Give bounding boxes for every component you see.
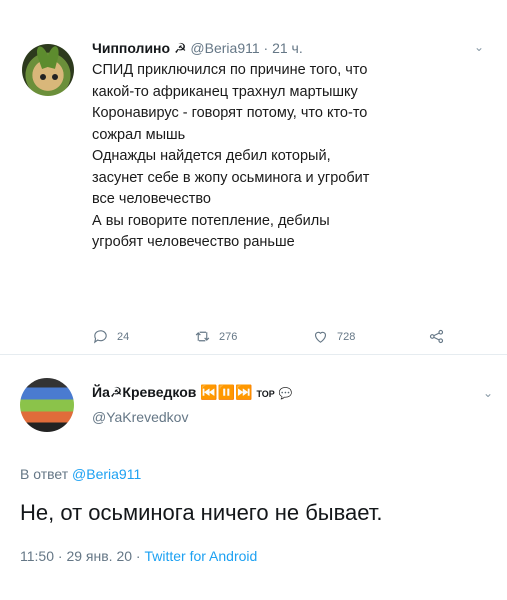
more-emoji-icon: 💬 <box>278 388 293 400</box>
top-badge: TOP <box>256 389 275 399</box>
divider <box>0 354 507 355</box>
display-name[interactable]: Йа☭Креведков <box>92 384 196 400</box>
retweet-icon <box>195 331 210 342</box>
reply-prefix: В ответ <box>20 466 69 482</box>
reply-count: 24 <box>117 330 130 343</box>
tweet-text: СПИД приключился по причине того, что ка… <box>92 60 492 254</box>
avatar[interactable] <box>22 44 74 96</box>
tweet-line: Коронавирус - говорят потому, что кто-то <box>92 105 368 121</box>
tweet-line: Однажды найдется дебил который, <box>92 148 331 164</box>
like-button[interactable]: 728 <box>312 328 355 345</box>
tweet-line: засунет себе в жопу осьминога и угробит <box>92 169 370 186</box>
reply-button[interactable]: 24 <box>92 328 129 345</box>
chevron-down-icon[interactable]: ⌄ <box>483 386 493 400</box>
heart-icon <box>314 331 327 343</box>
tweet-header: Йа☭Креведков ⏮️⏸️⏭️ TOP 💬 <box>92 384 292 401</box>
tweet-line: угробят человечество раньше <box>92 234 295 250</box>
reply-context: В ответ @Beria911 <box>20 466 141 482</box>
tweet-time[interactable]: 21 ч. <box>272 40 303 56</box>
tweet-header: Чипполино ☭ @Beria911 · 21 ч. <box>92 40 303 56</box>
tweet-line: СПИД приключился по причине того, что <box>92 62 368 78</box>
tweet-content: Чипполино ☭ @Beria911 · 21 ч. ⌄ СПИД при… <box>92 38 492 254</box>
share-button[interactable] <box>428 328 445 345</box>
tweet-line: А вы говорите потепление, дебилы <box>92 212 330 229</box>
avatar[interactable] <box>20 378 74 432</box>
like-count: 728 <box>337 330 356 343</box>
tweet-line: сожрал мышь <box>92 126 186 143</box>
reply-mention-link[interactable]: @Beria911 <box>72 466 141 482</box>
chevron-down-icon[interactable]: ⌄ <box>474 40 484 54</box>
tweet-line: какой-то африканец трахнул мартышку <box>92 83 358 100</box>
client-link[interactable]: Twitter for Android <box>144 548 257 564</box>
user-handle[interactable]: @Beria911 <box>190 40 259 56</box>
media-controls-icon: ⏮️⏸️⏭️ <box>200 384 253 400</box>
share-icon <box>429 329 444 344</box>
retweet-button[interactable]: 276 <box>194 328 237 345</box>
display-name[interactable]: Чипполино <box>92 40 170 56</box>
tweet-text: Не, от осьминога ничего не бывает. <box>20 500 383 525</box>
user-handle[interactable]: @YaKrevedkov <box>92 409 188 425</box>
retweet-count: 276 <box>219 330 238 343</box>
reply-icon <box>93 330 107 344</box>
tweet-line: все человечество <box>92 191 211 207</box>
tweet-time: 11:50 <box>20 548 54 564</box>
tweet-date: 29 янв. 20 <box>66 548 133 564</box>
tweet-meta: 11:50 · 29 янв. 20 · Twitter for Android <box>20 548 258 564</box>
hammer-sickle-icon: ☭ <box>173 40 187 56</box>
tweet-actions: 24 276 728 <box>92 328 472 348</box>
